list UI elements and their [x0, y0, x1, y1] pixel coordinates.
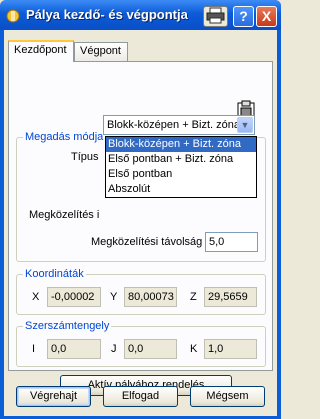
title-bar[interactable]: Pálya kezdő- és végpontja ? X: [0, 0, 281, 30]
z-field: 29,5659: [204, 287, 257, 307]
apply-button[interactable]: Végrehajt: [16, 386, 91, 407]
dialog-window: Pálya kezdő- és végpontja ? X Kezdőpont …: [0, 0, 281, 419]
dialog-client-area: Kezdőpont Végpont Megadás módja Típus Me…: [4, 30, 277, 416]
app-icon: [6, 9, 20, 23]
mode-group-title: Megadás módja: [23, 131, 106, 143]
cancel-button[interactable]: Mégsem: [190, 386, 265, 407]
printer-icon: [206, 7, 225, 24]
x-field: -0,00002: [47, 287, 101, 307]
window-title: Pálya kezdő- és végpontja: [26, 7, 188, 22]
coordinates-group-title: Koordináták: [23, 268, 86, 280]
k-label: K: [190, 343, 198, 355]
close-button[interactable]: X: [256, 6, 277, 27]
y-label: Y: [110, 291, 118, 303]
type-option[interactable]: Abszolút: [106, 182, 256, 197]
accept-button[interactable]: Elfogad: [103, 386, 178, 407]
type-label: Típus: [71, 151, 99, 163]
type-option[interactable]: Első pontban + Bizt. zóna: [106, 152, 256, 167]
print-button[interactable]: [203, 6, 228, 27]
tab-end-point[interactable]: Végpont: [74, 42, 128, 61]
y-field: 80,00073: [124, 287, 177, 307]
tab-panel-start-point: Megadás módja Típus Megközelítés i Megkö…: [8, 61, 273, 396]
i-field: 0,0: [47, 339, 101, 359]
type-select[interactable]: Blokk-középen + Bizt. zóna ▼: [103, 115, 255, 135]
x-label: X: [32, 291, 40, 303]
tab-start-point[interactable]: Kezdőpont: [8, 40, 74, 62]
approach-distance-input[interactable]: 5,0: [205, 232, 258, 252]
j-field: 0,0: [124, 339, 177, 359]
tool-axis-group-title: Szerszámtengely: [23, 320, 112, 332]
approach-label: Megközelítés i: [29, 209, 100, 221]
type-option[interactable]: Első pontban: [106, 167, 256, 182]
i-label: I: [32, 343, 36, 355]
help-button[interactable]: ?: [233, 6, 254, 27]
z-label: Z: [190, 291, 197, 303]
j-label: J: [111, 343, 117, 355]
type-option[interactable]: Blokk-középen + Bizt. zóna: [106, 137, 256, 152]
type-select-value: Blokk-középen + Bizt. zóna: [107, 119, 240, 131]
approach-distance-label: Megközelítési távolság: [91, 236, 203, 248]
type-dropdown-list: Blokk-középen + Bizt. zóna Első pontban …: [105, 136, 257, 198]
k-field: 1,0: [204, 339, 257, 359]
chevron-down-icon[interactable]: ▼: [237, 117, 253, 133]
